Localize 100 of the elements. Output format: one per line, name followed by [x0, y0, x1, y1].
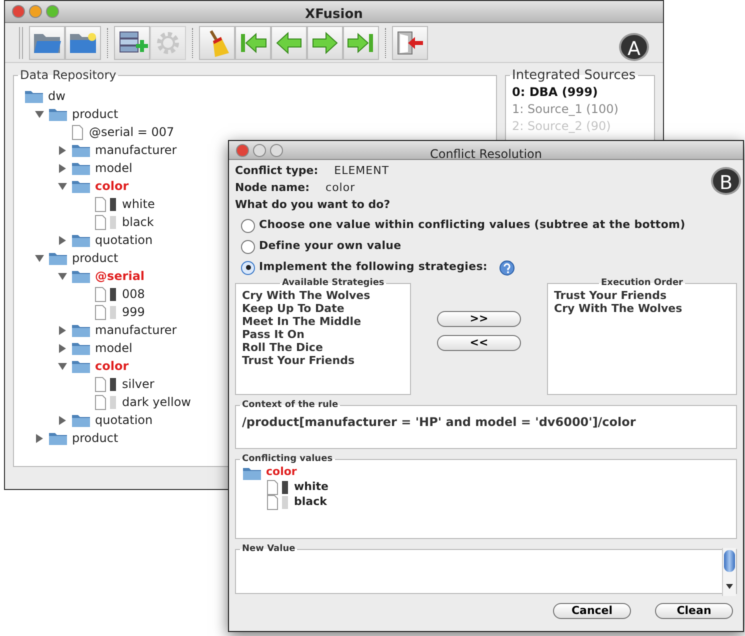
disclosure-triangle[interactable]: [35, 110, 44, 118]
list-item[interactable]: Cry With The Wolves: [242, 289, 404, 302]
dialog-button[interactable]: Clean: [655, 603, 733, 619]
document-icon: [94, 394, 106, 410]
tree-node[interactable]: white: [294, 479, 328, 496]
zoom-button[interactable]: [46, 5, 59, 18]
tree-node[interactable]: product: [72, 249, 118, 267]
folder-icon: [71, 412, 91, 428]
panel-title: Context of the rule: [241, 401, 340, 410]
list-item[interactable]: Roll The Dice: [242, 341, 404, 354]
radio-label[interactable]: Implement the following strategies:: [259, 259, 488, 276]
radio-button[interactable]: [241, 240, 255, 254]
folder-icon: [48, 250, 68, 266]
tree-node[interactable]: @serial = 007: [89, 123, 174, 141]
toolbar-button[interactable]: [392, 26, 428, 60]
disclosure-triangle[interactable]: [58, 416, 67, 424]
help-icon[interactable]: [499, 260, 516, 276]
tree-node[interactable]: color: [95, 177, 129, 195]
disclosure-triangle[interactable]: [58, 272, 67, 280]
document-icon: [266, 480, 278, 495]
disclosure-triangle[interactable]: [35, 254, 44, 262]
tree-node[interactable]: 008: [122, 285, 145, 303]
disclosure-triangle[interactable]: [58, 146, 67, 154]
tree-node[interactable]: 999: [122, 303, 145, 321]
minimize-button[interactable]: [253, 144, 266, 157]
zoom-button[interactable]: [270, 144, 283, 157]
disclosure-triangle[interactable]: [58, 236, 67, 244]
tree-node[interactable]: model: [95, 159, 132, 177]
tree-node[interactable]: color: [95, 357, 129, 375]
tree-node[interactable]: black: [294, 494, 327, 511]
list-item[interactable]: Cry With The Wolves: [554, 302, 730, 315]
tree-node[interactable]: model: [95, 339, 132, 357]
toolbar-button[interactable]: [65, 26, 101, 60]
callout-label: B: [711, 167, 741, 195]
list-item[interactable]: Trust Your Friends: [242, 354, 404, 367]
folder-icon: [48, 106, 68, 122]
disclosure-triangle[interactable]: [58, 344, 67, 352]
tree-node[interactable]: manufacturer: [95, 321, 177, 339]
source-item[interactable]: 0: DBA (999): [512, 84, 648, 101]
folder-icon: [71, 322, 91, 338]
toolbar-button[interactable]: [307, 26, 343, 60]
panel-title: Data Repository: [19, 69, 118, 81]
disclosure-triangle[interactable]: [35, 434, 44, 442]
document-icon: [94, 286, 106, 302]
list-item[interactable]: Meet In The Middle: [242, 315, 404, 328]
document-icon: [266, 495, 278, 510]
tree-node[interactable]: product: [72, 429, 118, 447]
tree-node[interactable]: silver: [122, 375, 154, 393]
folder-icon: [71, 340, 91, 356]
list-item[interactable]: Trust Your Friends: [554, 289, 730, 302]
scroll-thumb[interactable]: [724, 550, 735, 572]
folder-icon: [71, 232, 91, 248]
toolbar-button[interactable]: [199, 26, 235, 60]
field-value: ELEMENT: [334, 163, 390, 179]
toolbar-button[interactable]: [235, 26, 271, 60]
panel-title: Conflicting values: [241, 455, 334, 464]
tree-node[interactable]: quotation: [95, 411, 153, 429]
document-icon: [94, 196, 106, 212]
disclosure-triangle[interactable]: [58, 326, 67, 334]
folder-icon: [71, 268, 91, 284]
disclosure-triangle[interactable]: [58, 362, 67, 370]
tree-node[interactable]: manufacturer: [95, 141, 177, 159]
tree-node[interactable]: black: [122, 213, 154, 231]
close-button[interactable]: [12, 5, 25, 18]
list-item[interactable]: Pass It On: [242, 328, 404, 341]
disclosure-triangle[interactable]: [58, 182, 67, 190]
toolbar-button[interactable]: [271, 26, 307, 60]
scroll-down-arrow-icon[interactable]: [726, 584, 733, 589]
toolbar-button[interactable]: [29, 26, 65, 60]
move-button[interactable]: >>: [437, 311, 521, 327]
tree-node[interactable]: color: [266, 464, 297, 481]
radio-button[interactable]: [241, 260, 255, 274]
tree-node[interactable]: white: [122, 195, 155, 213]
radio-label[interactable]: Define your own value: [259, 238, 402, 255]
new-value-field[interactable]: New Value: [235, 545, 737, 594]
toolbar-button[interactable]: [343, 26, 379, 60]
disclosure-triangle[interactable]: [58, 164, 67, 172]
tree-node[interactable]: dw: [48, 87, 66, 105]
close-button[interactable]: [236, 144, 249, 157]
source-item[interactable]: 1: Source_1 (100): [512, 101, 648, 118]
folder-icon: [71, 358, 91, 374]
rule-text: /product[manufacturer = 'HP' and model = 'dv6000']/color: [242, 414, 637, 431]
tree-node[interactable]: dark yellow: [122, 393, 191, 411]
minimize-button[interactable]: [29, 5, 42, 18]
field-value: color: [326, 180, 356, 196]
dialog-button[interactable]: Cancel: [553, 603, 631, 619]
tree-node[interactable]: @serial: [95, 267, 145, 285]
radio-button[interactable]: [241, 218, 255, 232]
folder-icon: [48, 430, 68, 446]
folder-icon: [24, 88, 44, 104]
tree-node[interactable]: product: [72, 105, 118, 123]
window-title: XFusion: [305, 7, 363, 22]
document-icon: [94, 376, 106, 392]
radio-label[interactable]: Choose one value within conflicting values (subtree at the bottom): [259, 217, 686, 234]
toolbar-button[interactable]: [114, 26, 150, 60]
move-button[interactable]: <<: [437, 335, 521, 351]
folder-icon: [71, 160, 91, 176]
list-item[interactable]: Keep Up To Date: [242, 302, 404, 315]
scrollbar[interactable]: [722, 548, 736, 596]
tree-node[interactable]: quotation: [95, 231, 153, 249]
